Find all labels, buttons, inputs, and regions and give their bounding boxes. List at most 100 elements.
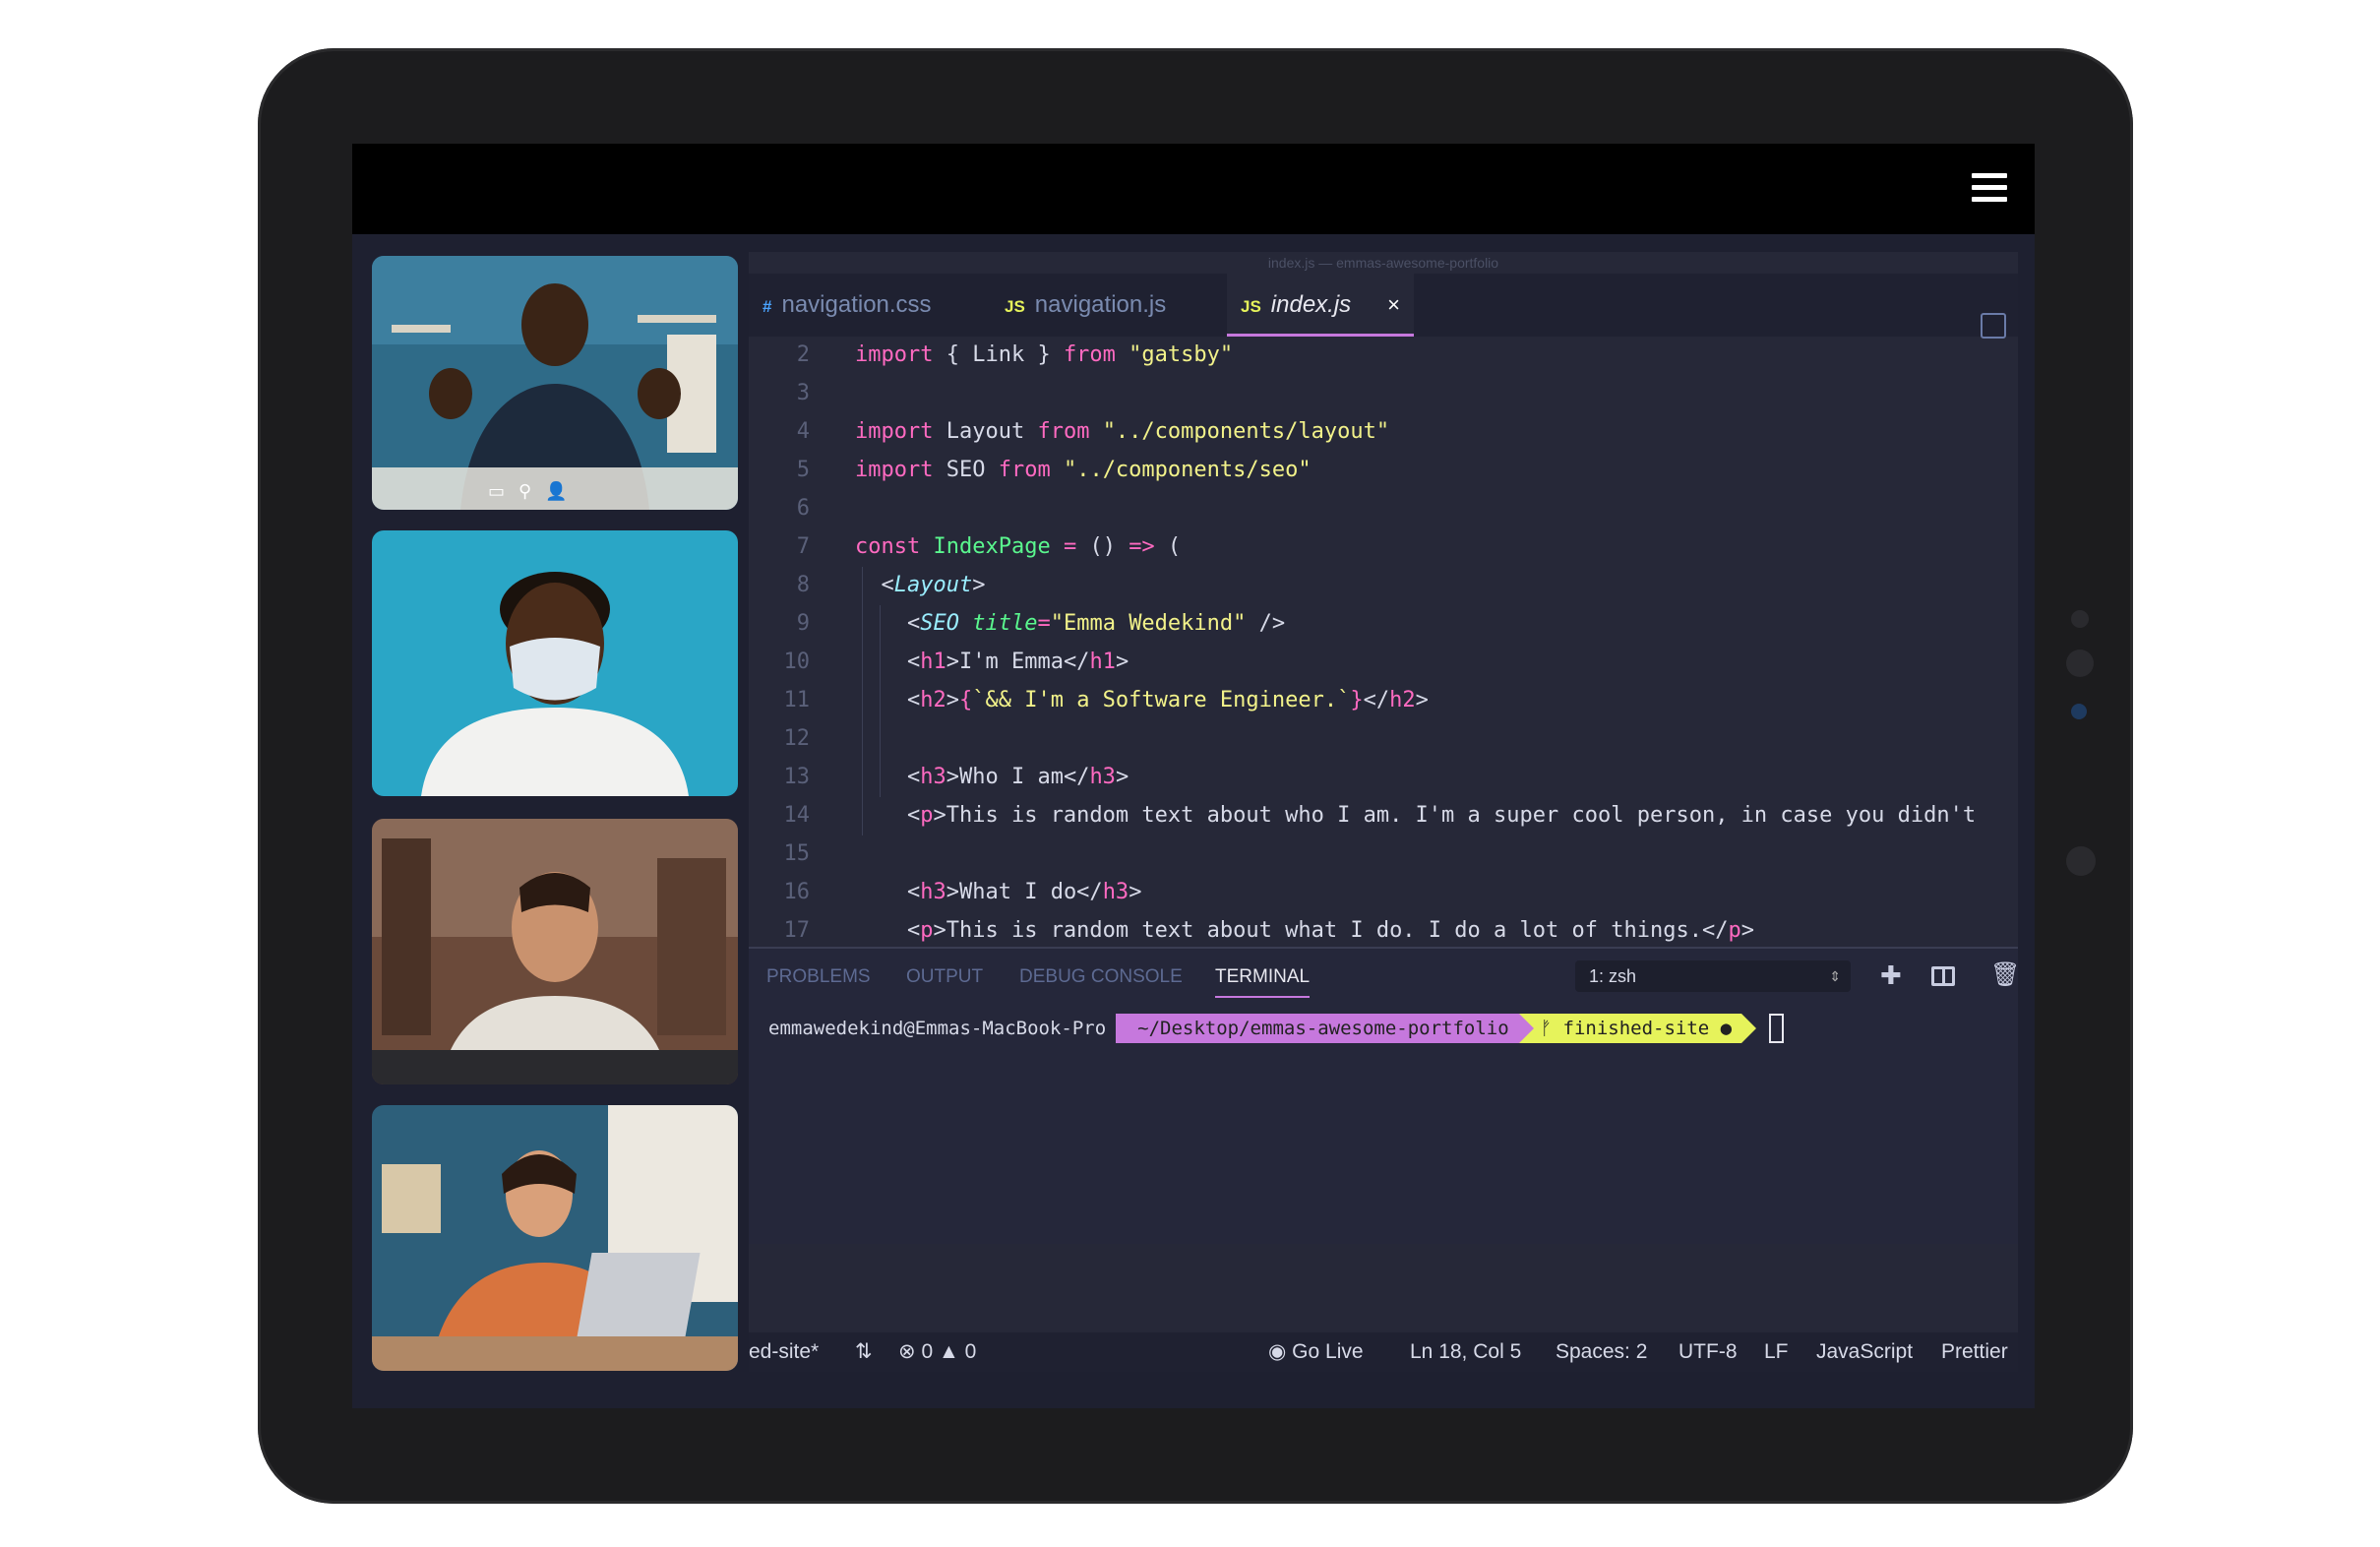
js-file-icon: JS: [1005, 297, 1025, 316]
status-position[interactable]: Ln 18, Col 5: [1410, 1332, 1521, 1372]
screen-share-icon[interactable]: ▭: [488, 481, 505, 502]
code-text: const IndexPage = () => (: [855, 534, 1182, 559]
warning-icon: ▲: [938, 1340, 959, 1363]
line-number: 13: [783, 765, 811, 789]
code-line[interactable]: 15: [749, 835, 2018, 873]
css-file-icon: #: [763, 297, 772, 316]
split-terminal-icon[interactable]: [1931, 966, 1955, 986]
line-number: 9: [796, 611, 810, 636]
hamburger-menu-icon[interactable]: [1972, 173, 2007, 203]
indent-guide: [862, 567, 863, 835]
status-language[interactable]: JavaScript: [1816, 1332, 1913, 1372]
code-line[interactable]: 14 <p>This is random text about who I am…: [749, 797, 2018, 835]
line-number: 12: [783, 726, 811, 751]
participant-video-2: [372, 530, 738, 796]
line-number: 6: [796, 496, 810, 521]
tab-navigation-js[interactable]: JS navigation.js: [991, 274, 1221, 337]
code-line[interactable]: 12: [749, 720, 2018, 758]
terminal-cursor: [1769, 1014, 1785, 1043]
tab-debug-console[interactable]: DEBUG CONSOLE: [1019, 966, 1183, 988]
status-spaces[interactable]: Spaces: 2: [1556, 1332, 1647, 1372]
close-tab-icon[interactable]: ×: [1387, 274, 1400, 337]
top-bar: [352, 144, 2035, 234]
code-line[interactable]: 6: [749, 490, 2018, 527]
status-encoding[interactable]: UTF-8: [1678, 1332, 1738, 1372]
plus-icon[interactable]: ✚: [1880, 960, 1902, 991]
code-line[interactable]: 10 <h1>I'm Emma</h1>: [749, 644, 2018, 681]
line-number: 11: [783, 688, 811, 712]
error-icon: ⊗: [898, 1340, 916, 1363]
tab-problems[interactable]: PROBLEMS: [766, 966, 871, 988]
code-line[interactable]: 3: [749, 375, 2018, 412]
tab-index-js[interactable]: JS index.js ×: [1227, 274, 1414, 337]
user-icon[interactable]: 👤: [545, 481, 567, 502]
code-text: import SEO from "../components/seo": [855, 458, 1312, 482]
line-number: 15: [783, 841, 811, 866]
code-line[interactable]: 17 <p>This is random text about what I d…: [749, 912, 2018, 950]
video-tile-4[interactable]: [372, 1105, 738, 1371]
tab-terminal[interactable]: TERMINAL: [1215, 966, 1311, 998]
video-tile-3[interactable]: [372, 819, 738, 1084]
video-tile-2[interactable]: [372, 530, 738, 796]
status-branch[interactable]: ed-site*: [749, 1332, 819, 1372]
code-line[interactable]: 7 const IndexPage = () => (: [749, 528, 2018, 566]
terminal-prompt[interactable]: emmawedekind@Emmas-MacBook-Pro ~/Desktop…: [768, 1014, 1785, 1043]
line-number: 14: [783, 803, 811, 828]
tab-label: navigation.css: [781, 291, 932, 318]
tab-label: index.js: [1270, 291, 1352, 318]
terminal-path: ~/Desktop/emmas-awesome-portfolio: [1116, 1014, 1534, 1043]
go-live-button[interactable]: ◉ Go Live: [1268, 1332, 1364, 1372]
code-line[interactable]: 13 <h3>Who I am</h3>: [749, 759, 2018, 796]
window-title: index.js — emmas-awesome-portfolio: [1267, 255, 1499, 271]
line-number: 3: [796, 381, 810, 405]
terminal-user: emmawedekind@Emmas-MacBook-Pro: [768, 1018, 1107, 1039]
code-text: <h1>I'm Emma</h1>: [855, 650, 1129, 674]
code-line[interactable]: 2 import { Link } from "gatsby": [749, 337, 2018, 374]
code-line[interactable]: 8 <Layout>: [749, 567, 2018, 604]
status-eol[interactable]: LF: [1764, 1332, 1789, 1372]
bottom-panel: PROBLEMS OUTPUT DEBUG CONSOLE TERMINAL 1…: [749, 947, 2020, 1244]
indent-guide: [880, 605, 881, 797]
shell-select[interactable]: 1: zsh: [1575, 960, 1851, 992]
cloud-sync-icon[interactable]: ⇅: [855, 1332, 873, 1372]
line-number: 16: [783, 880, 811, 904]
warning-count: 0: [964, 1340, 977, 1363]
line-number: 4: [796, 419, 810, 444]
tab-output[interactable]: OUTPUT: [906, 966, 983, 988]
open-changes-icon[interactable]: [1981, 313, 2006, 339]
line-number: 10: [783, 650, 811, 674]
code-text: <SEO title="Emma Wedekind" />: [855, 611, 1286, 636]
go-live-label: Go Live: [1292, 1340, 1364, 1363]
code-line[interactable]: 11 <h2>{`&& I'm a Software Engineer.`}</…: [749, 682, 2018, 719]
line-number: 7: [796, 534, 810, 559]
status-problems[interactable]: ⊗ 0 ▲ 0: [898, 1332, 976, 1372]
code-line[interactable]: 16 <h3>What I do</h3>: [749, 874, 2018, 911]
code-text: <h3>What I do</h3>: [855, 880, 1142, 904]
error-count: 0: [921, 1340, 934, 1363]
line-number: 17: [783, 918, 811, 943]
code-text: <p>This is random text about what I do. …: [855, 918, 1754, 943]
code-line[interactable]: 4 import Layout from "../components/layou…: [749, 413, 2018, 451]
code-text: import { Link } from "gatsby": [855, 342, 1234, 367]
participant-video-4: [372, 1105, 738, 1371]
trash-icon[interactable]: 🗑: [1990, 960, 2020, 989]
tab-navigation-css[interactable]: # navigation.css: [749, 274, 999, 337]
line-number: 8: [796, 573, 810, 597]
code-text: import Layout from "../components/layout…: [855, 419, 1390, 444]
mute-mic-icon[interactable]: ⚲: [519, 481, 531, 502]
code-line[interactable]: 5 import SEO from "../components/seo": [749, 452, 2018, 489]
participant-video-1: [372, 256, 738, 510]
code-line[interactable]: 9 <SEO title="Emma Wedekind" />: [749, 605, 2018, 643]
status-bar: ed-site* ⇅ ⊗ 0 ▲ 0 ◉ Go Live Ln 18, Col …: [749, 1332, 2018, 1372]
video-tile-1[interactable]: ▭ ⚲ 👤: [372, 256, 738, 510]
code-text: <h3>Who I am</h3>: [855, 765, 1129, 789]
line-number: 2: [796, 342, 810, 367]
terminal-branch: ᚠ finished-site ●: [1518, 1014, 1757, 1043]
code-area[interactable]: 2 import { Link } from "gatsby" 3 4 import L…: [749, 337, 2018, 1020]
code-text: <p>This is random text about who I am. I…: [855, 803, 1977, 828]
line-number: 5: [796, 458, 810, 482]
code-text: <Layout>: [855, 573, 986, 597]
tablet-screen: ▭ ⚲ 👤 index.js — emmas-awesome-portfolio…: [352, 144, 2035, 1408]
js-file-icon: JS: [1241, 297, 1261, 316]
status-formatter[interactable]: Prettier: [1941, 1332, 2008, 1372]
